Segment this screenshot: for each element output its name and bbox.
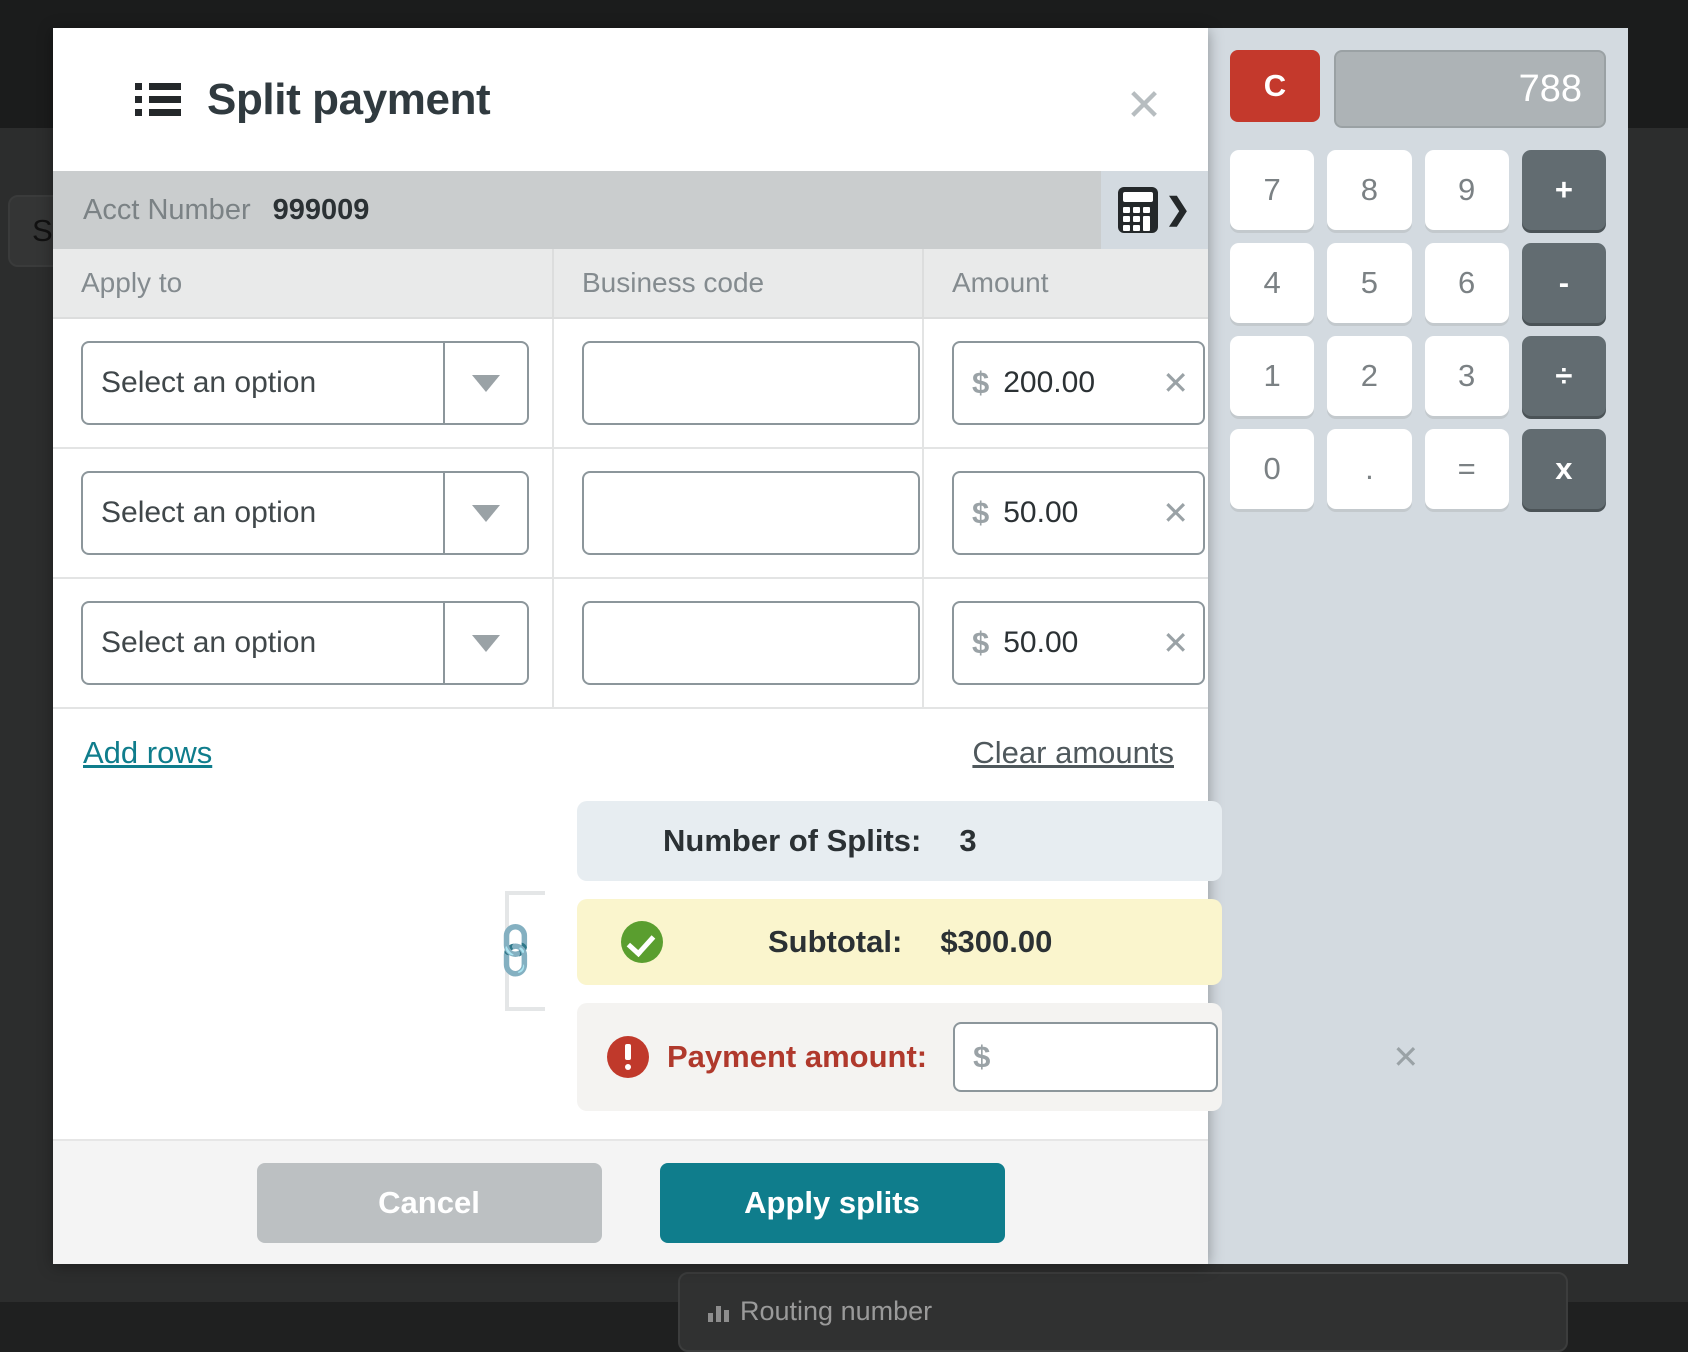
cell-amount: $200.00✕: [923, 318, 1208, 448]
column-header-business-code: Business code: [553, 249, 923, 318]
calculator-key-multiply[interactable]: x: [1522, 429, 1606, 509]
list-icon: [135, 81, 181, 119]
business-code-input[interactable]: [582, 601, 920, 685]
chevron-down-icon[interactable]: [443, 603, 527, 683]
clear-payment-amount-icon[interactable]: ✕: [1392, 1044, 1419, 1070]
apply-to-select-value: Select an option: [83, 496, 443, 530]
calculator-keypad: 789+456- 123÷ 0.=x: [1208, 128, 1628, 531]
chevron-right-icon: ❯: [1165, 195, 1190, 225]
amount-value: 200.00: [1003, 366, 1162, 400]
cell-apply-to: Select an option: [53, 448, 553, 578]
calculator-icon: [1118, 187, 1158, 233]
calculator-key-7[interactable]: 7: [1230, 150, 1314, 230]
cell-business-code: [553, 448, 923, 578]
calculator-key-9[interactable]: 9: [1425, 150, 1509, 230]
add-rows-link[interactable]: Add rows: [83, 735, 212, 771]
clear-amount-icon[interactable]: ✕: [1162, 500, 1189, 526]
subtotal-label: Subtotal:: [768, 924, 902, 960]
calculator-clear-button[interactable]: C: [1230, 50, 1320, 122]
clear-amount-icon[interactable]: ✕: [1162, 370, 1189, 396]
cancel-button[interactable]: Cancel: [257, 1163, 602, 1243]
calculator-key-5[interactable]: 5: [1327, 243, 1411, 323]
error-circle-icon: [607, 1036, 649, 1078]
account-bar: Acct Number 999009 ❯: [53, 171, 1208, 249]
table-header-row: Apply to Business code Amount: [53, 249, 1208, 318]
apply-to-select[interactable]: Select an option: [81, 601, 529, 685]
calculator-top-row: C 788: [1208, 28, 1628, 128]
calculator-key-plus[interactable]: +: [1522, 150, 1606, 230]
calculator-key-1[interactable]: 1: [1230, 336, 1314, 416]
apply-splits-button[interactable]: Apply splits: [660, 1163, 1005, 1243]
chevron-down-icon[interactable]: [443, 343, 527, 423]
number-of-splits-label: Number of Splits:: [663, 823, 921, 859]
calculator-key-3[interactable]: 3: [1425, 336, 1509, 416]
currency-symbol: $: [972, 495, 989, 531]
payment-amount-panel: Payment amount: $ ✕: [577, 1003, 1222, 1111]
payment-amount-input-wrapper: $ ✕: [953, 1022, 1218, 1092]
calculator-key-equals[interactable]: =: [1425, 429, 1509, 509]
account-number-value: 999009: [273, 194, 370, 227]
cell-apply-to: Select an option: [53, 578, 553, 708]
calculator-key-0[interactable]: 0: [1230, 429, 1314, 509]
table-row: Select an option $50.00✕: [53, 448, 1208, 578]
modal-header: Split payment ✕: [53, 28, 1208, 171]
background-bottom-card: Routing number: [678, 1272, 1568, 1352]
calculator-key-divide[interactable]: ÷: [1522, 336, 1606, 416]
cell-business-code: [553, 318, 923, 448]
amount-input-wrapper[interactable]: $50.00✕: [952, 471, 1205, 555]
clear-amount-icon[interactable]: ✕: [1162, 630, 1189, 656]
business-code-input[interactable]: [582, 471, 920, 555]
subtotal-value: $300.00: [940, 924, 1052, 960]
table-actions-row: Add rows Clear amounts: [53, 709, 1208, 771]
calculator-display: 788: [1334, 50, 1606, 128]
calculator-key-minus[interactable]: -: [1522, 243, 1606, 323]
cell-amount: $50.00✕: [923, 578, 1208, 708]
table-row: Select an option $50.00✕: [53, 578, 1208, 708]
calculator-key-decimal[interactable]: .: [1327, 429, 1411, 509]
chevron-down-icon[interactable]: [443, 473, 527, 553]
background-bottom-card-label: Routing number: [740, 1296, 932, 1326]
amount-value: 50.00: [1003, 626, 1162, 660]
cell-apply-to: Select an option: [53, 318, 553, 448]
calculator-toggle-button[interactable]: ❯: [1101, 171, 1208, 249]
split-payment-modal: Split payment ✕ Acct Number 999009 ❯ App…: [53, 28, 1208, 1264]
column-header-amount: Amount: [923, 249, 1208, 318]
apply-to-select[interactable]: Select an option: [81, 471, 529, 555]
chain-link-icon: 🔗: [505, 891, 565, 1011]
check-circle-icon: [621, 921, 663, 963]
summary-section: 🔗 Number of Splits: 3 Subtotal: $300.00 …: [53, 771, 1208, 1111]
business-code-input[interactable]: [582, 341, 920, 425]
apply-to-select[interactable]: Select an option: [81, 341, 529, 425]
amount-input-wrapper[interactable]: $50.00✕: [952, 601, 1205, 685]
subtotal-panel: Subtotal: $300.00: [577, 899, 1222, 985]
payment-amount-input[interactable]: [990, 1040, 1392, 1074]
currency-symbol: $: [973, 1039, 990, 1075]
close-icon[interactable]: ✕: [1124, 88, 1164, 128]
number-of-splits-panel: Number of Splits: 3: [577, 801, 1222, 881]
cell-amount: $50.00✕: [923, 448, 1208, 578]
calculator-key-2[interactable]: 2: [1327, 336, 1411, 416]
splits-table-body: Select an option$200.00✕Select an option…: [53, 318, 1208, 708]
payment-amount-label: Payment amount:: [667, 1039, 927, 1075]
number-of-splits-value: 3: [959, 823, 976, 859]
modal-footer: Cancel Apply splits: [53, 1139, 1208, 1264]
calculator-key-6[interactable]: 6: [1425, 243, 1509, 323]
apply-to-select-value: Select an option: [83, 366, 443, 400]
bar-chart-icon: [708, 1302, 730, 1322]
cell-business-code: [553, 578, 923, 708]
apply-to-select-value: Select an option: [83, 626, 443, 660]
calculator-key-8[interactable]: 8: [1327, 150, 1411, 230]
clear-amounts-link[interactable]: Clear amounts: [972, 735, 1174, 771]
page-title: Split payment: [207, 75, 490, 125]
column-header-apply-to: Apply to: [53, 249, 553, 318]
calculator-panel: C 788 789+456- 123÷ 0.=x: [1208, 28, 1628, 1264]
currency-symbol: $: [972, 365, 989, 401]
calculator-key-4[interactable]: 4: [1230, 243, 1314, 323]
amount-input-wrapper[interactable]: $200.00✕: [952, 341, 1205, 425]
table-row: Select an option $200.00✕: [53, 318, 1208, 448]
currency-symbol: $: [972, 625, 989, 661]
amount-value: 50.00: [1003, 496, 1162, 530]
splits-table: Apply to Business code Amount Select an …: [53, 249, 1208, 709]
account-number-label: Acct Number: [83, 194, 251, 227]
